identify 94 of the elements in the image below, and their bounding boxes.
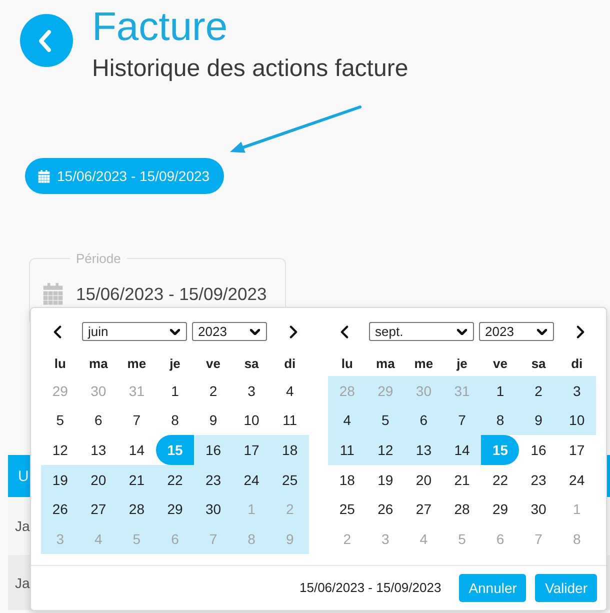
calendar-day[interactable]: 30 bbox=[194, 494, 232, 524]
page-subtitle: Historique des actions facture bbox=[92, 54, 408, 84]
calendar-day[interactable]: 3 bbox=[558, 376, 596, 406]
weekday-label: ma bbox=[376, 356, 395, 371]
calendar-day[interactable]: 25 bbox=[270, 464, 309, 494]
chevron-left-icon bbox=[340, 324, 348, 338]
caret-down-icon bbox=[537, 328, 547, 334]
weekday-label: je bbox=[456, 356, 468, 371]
caret-down-icon bbox=[170, 328, 180, 334]
weekday-label: ma bbox=[89, 356, 108, 371]
calendar-day[interactable]: 29 bbox=[481, 494, 520, 524]
calendar-day[interactable]: 6 bbox=[404, 406, 443, 436]
calendar-day[interactable]: 2 bbox=[519, 376, 558, 406]
weekday-label: ve bbox=[206, 356, 221, 371]
calendar-day[interactable]: 5 bbox=[41, 406, 80, 436]
calendar-day[interactable]: 27 bbox=[79, 494, 118, 524]
calendar-day[interactable]: 14 bbox=[118, 435, 156, 465]
calendar-day[interactable]: 30 bbox=[519, 494, 558, 524]
calendar-day[interactable]: 18 bbox=[328, 464, 366, 494]
calendar-day[interactable]: 14 bbox=[442, 435, 482, 465]
calendar-day[interactable]: 4 bbox=[270, 376, 309, 406]
chevron-left-icon bbox=[38, 30, 52, 52]
weekday-label: ve bbox=[493, 356, 508, 371]
calendar-day[interactable]: 22 bbox=[156, 464, 194, 494]
chevron-right-icon bbox=[576, 324, 584, 338]
weekday-label: lu bbox=[54, 356, 66, 371]
calendar-day[interactable]: 3 bbox=[232, 376, 271, 406]
year-select[interactable]: 2023 bbox=[192, 322, 267, 341]
weekday-label: sa bbox=[244, 356, 259, 371]
calendar-day[interactable]: 23 bbox=[519, 464, 558, 494]
calendar-day[interactable]: 22 bbox=[481, 464, 520, 494]
year-select[interactable]: 2023 bbox=[479, 322, 554, 341]
chevron-left-icon bbox=[52, 324, 62, 338]
calendar-day[interactable]: 17 bbox=[558, 435, 596, 465]
calendar-day[interactable]: 18 bbox=[270, 435, 309, 465]
calendar-day[interactable]: 13 bbox=[79, 435, 118, 465]
calendar-icon bbox=[38, 170, 50, 182]
calendar-icon bbox=[42, 283, 64, 305]
calendar-day[interactable]: 24 bbox=[232, 464, 271, 494]
calendar-day[interactable]: 9 bbox=[519, 406, 558, 436]
calendar-day[interactable]: 1 bbox=[156, 376, 194, 406]
calendar-day[interactable]: 19 bbox=[41, 464, 80, 494]
calendar-day[interactable]: 11 bbox=[270, 406, 309, 436]
calendar-day[interactable]: 17 bbox=[232, 435, 271, 465]
calendar-day[interactable]: 10 bbox=[232, 406, 271, 436]
month-select[interactable]: sept. bbox=[369, 322, 474, 341]
calendar-day[interactable]: 4 bbox=[328, 406, 366, 436]
calendar-day[interactable]: 25 bbox=[328, 494, 366, 524]
calendar-day[interactable]: 8 bbox=[156, 406, 194, 436]
calendar-day[interactable]: 16 bbox=[519, 435, 558, 465]
calendar-day[interactable]: 28 bbox=[118, 494, 156, 524]
calendar-day[interactable]: 7 bbox=[442, 406, 482, 436]
calendar-day[interactable]: 12 bbox=[41, 435, 80, 465]
calendar-day[interactable]: 27 bbox=[404, 494, 443, 524]
back-button[interactable] bbox=[20, 14, 73, 67]
month-select[interactable]: juin bbox=[82, 322, 187, 341]
calendar-day[interactable]: 1 bbox=[481, 376, 520, 406]
calendar-day[interactable]: 6 bbox=[79, 406, 118, 436]
table-cell: Ja bbox=[15, 574, 30, 590]
calendar-day[interactable]: 29 bbox=[156, 494, 194, 524]
calendar-day[interactable]: 10 bbox=[558, 406, 596, 436]
calendar-day[interactable]: 23 bbox=[194, 464, 232, 494]
calendar-day[interactable]: 11 bbox=[328, 435, 366, 465]
calendar-day[interactable]: 20 bbox=[404, 464, 443, 494]
calendar-day[interactable]: 16 bbox=[194, 435, 232, 465]
calendar-day[interactable]: 19 bbox=[366, 464, 405, 494]
calendar-day[interactable]: 9 bbox=[194, 406, 232, 436]
chevron-right-icon bbox=[288, 324, 298, 338]
calendar-day[interactable]: 13 bbox=[404, 435, 443, 465]
calendar-day[interactable]: 2 bbox=[194, 376, 232, 406]
calendar-day[interactable]: 26 bbox=[366, 494, 405, 524]
calendar-day[interactable]: 7 bbox=[118, 406, 156, 436]
page-title: Facture bbox=[92, 4, 229, 50]
calendar-day[interactable]: 24 bbox=[558, 464, 596, 494]
weekday-label: sa bbox=[531, 356, 546, 371]
calendar-day[interactable]: 20 bbox=[79, 464, 118, 494]
caret-down-icon bbox=[250, 328, 260, 334]
weekday-label: lu bbox=[341, 356, 353, 371]
table-cell: Ja bbox=[15, 518, 30, 534]
weekday-label: di bbox=[284, 356, 296, 371]
selected-range-text: 15/06/2023 - 15/09/2023 bbox=[300, 580, 442, 596]
calendar-day[interactable]: 21 bbox=[118, 464, 156, 494]
caret-down-icon bbox=[457, 328, 467, 334]
calendar-day[interactable]: 28 bbox=[442, 494, 482, 524]
calendar-day[interactable]: 26 bbox=[41, 494, 80, 524]
weekday-label: me bbox=[414, 356, 434, 371]
weekday-label: di bbox=[571, 356, 583, 371]
calendar-day[interactable]: 21 bbox=[442, 464, 482, 494]
column-header: U bbox=[18, 468, 29, 484]
calendar-day[interactable]: 8 bbox=[481, 406, 520, 436]
weekday-label: je bbox=[170, 356, 180, 371]
weekday-label: me bbox=[127, 356, 146, 371]
calendar-day[interactable]: 12 bbox=[366, 435, 405, 465]
calendar-day[interactable]: 5 bbox=[366, 406, 405, 436]
